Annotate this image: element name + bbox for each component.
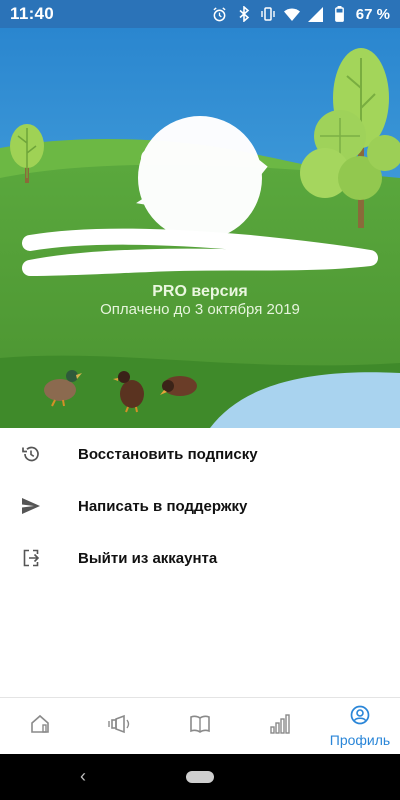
logout-label: Выйти из аккаунта [78, 549, 218, 567]
wifi-icon [283, 6, 300, 22]
restore-subscription-label: Восстановить подписку [78, 445, 258, 463]
status-bar: 11:40 67 % [0, 0, 400, 28]
bottom-navigation: Профиль [0, 697, 400, 755]
profile-menu: Восстановить подписку Написать в поддерж… [0, 428, 400, 584]
vibrate-icon [260, 6, 276, 22]
restore-subscription-item[interactable]: Восстановить подписку [0, 428, 400, 480]
write-support-item[interactable]: Написать в поддержку [0, 480, 400, 532]
nav-guide[interactable] [160, 698, 240, 755]
battery-percent: 67 % [355, 5, 390, 23]
back-icon[interactable]: ‹ [80, 766, 86, 787]
nav-profile[interactable]: Профиль [320, 698, 400, 755]
bird-sound-icon [107, 713, 133, 740]
profile-header: PRO версия Оплачено до 3 октября 2019 [0, 28, 400, 428]
send-icon [20, 495, 42, 517]
home-pill-icon[interactable] [186, 771, 214, 783]
logout-icon [20, 547, 42, 569]
nav-profile-label: Профиль [329, 732, 391, 748]
home-icon [29, 713, 51, 740]
write-support-label: Написать в поддержку [78, 497, 248, 515]
plan-label: PRO версия [152, 283, 248, 300]
profile-icon [350, 705, 370, 730]
system-navigation-bar: ‹ [0, 754, 400, 800]
landscape-illustration [0, 28, 400, 428]
stats-icon [269, 713, 291, 740]
status-time: 11:40 [10, 4, 55, 23]
history-icon [20, 443, 42, 465]
signal-icon [308, 6, 324, 22]
nav-home[interactable] [0, 698, 80, 755]
bluetooth-icon [236, 6, 252, 22]
book-icon [189, 714, 211, 739]
battery-icon [332, 6, 348, 22]
paid-until-label: Оплачено до 3 октября 2019 [100, 301, 300, 318]
nav-sounds[interactable] [80, 698, 160, 755]
status-icons: 67 % [212, 6, 390, 23]
logout-item[interactable]: Выйти из аккаунта [0, 532, 400, 584]
nav-stats[interactable] [240, 698, 320, 755]
avatar [136, 116, 268, 240]
alarm-icon [212, 6, 228, 22]
